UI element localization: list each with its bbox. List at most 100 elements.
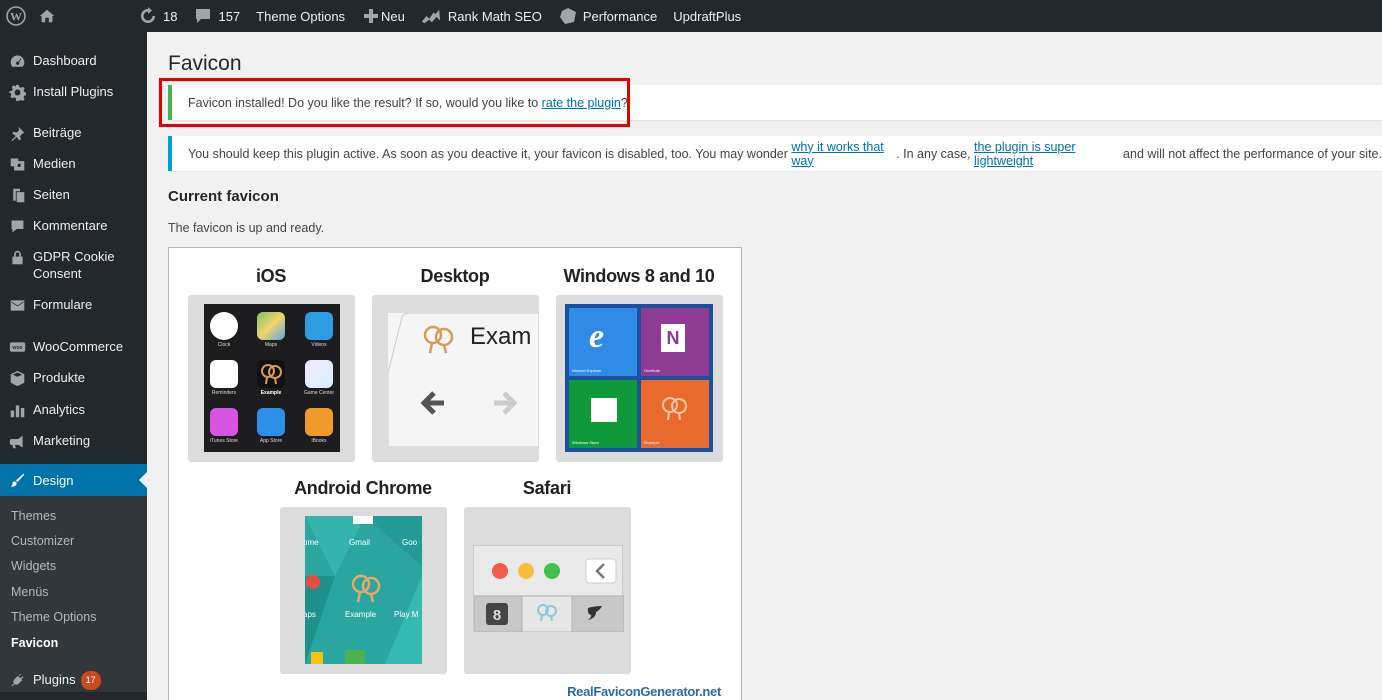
submenu-item-customizer[interactable]: Customizer — [11, 534, 74, 548]
sidebar-item-gdpr[interactable]: GDPR Cookie Consent — [0, 247, 147, 282]
android-preview-card: Gmail Example Play M ome Goo aps — [280, 507, 447, 674]
svg-text:W: W — [10, 10, 22, 24]
sidebar-item-label: Formulare — [33, 297, 93, 312]
example-tile: Example — [641, 380, 709, 448]
sidebar-item-plugins[interactable]: Plugins 17 — [0, 670, 147, 690]
ios-label: Videos — [311, 342, 327, 348]
desktop-tab-title: Exam — [470, 323, 532, 350]
section-text: The favicon is up and ready. — [168, 221, 325, 235]
pin-icon — [7, 123, 27, 143]
submenu-item-menus[interactable]: Menüs — [11, 585, 49, 599]
reminders-app-icon — [210, 360, 238, 388]
submenu-item-favicon[interactable]: Favicon — [11, 636, 58, 650]
wp-logo-icon[interactable]: W — [0, 0, 34, 32]
sidebar-item-comments[interactable]: Kommentare — [0, 216, 147, 236]
updates-button[interactable]: 18 — [130, 0, 185, 32]
tile-label: Example — [644, 440, 660, 445]
sidebar-item-label: Design — [33, 473, 74, 488]
rank-math-label: Rank Math SEO — [447, 8, 542, 24]
sidebar-item-install-plugins[interactable]: Install Plugins — [0, 82, 147, 102]
sidebar-item-label: WooCommerce — [33, 339, 124, 354]
app-store-icon — [257, 408, 285, 436]
browser-tab: Exam — [388, 313, 539, 447]
store-tile: Windows Store — [569, 380, 637, 448]
sidebar-item-media[interactable]: Medien — [0, 154, 147, 174]
admin-sidebar: Dashboard Install Plugins Beiträge Medie… — [0, 32, 147, 700]
sidebar-item-design[interactable]: Design — [0, 464, 147, 496]
example-app-icon — [257, 360, 285, 388]
lightweight-link[interactable]: the plugin is super lightweight — [974, 140, 1120, 168]
mail-icon — [7, 295, 27, 315]
ios-label: Clock — [217, 342, 231, 348]
pages-icon — [7, 185, 27, 205]
platform-title-safari: Safari — [522, 478, 572, 498]
android-label: Example — [345, 610, 377, 619]
submenu-item-theme-options[interactable]: Theme Options — [11, 610, 96, 624]
comments-count: 157 — [218, 8, 241, 24]
tile-label: OneNote — [644, 368, 661, 373]
performance-menu[interactable]: Performance — [550, 0, 665, 32]
info-notice: You should keep this plugin active. As s… — [168, 136, 1382, 171]
ios-label: Example — [260, 390, 282, 396]
submenu-item-themes[interactable]: Themes — [11, 509, 56, 523]
comment-icon — [193, 6, 213, 26]
sidebar-item-label: Analytics — [33, 402, 86, 417]
dashboard-icon — [7, 51, 27, 71]
sidebar-item-products[interactable]: Produkte — [0, 368, 147, 388]
tile-label: Windows Store — [572, 440, 599, 445]
sidebar-item-label: GDPR Cookie Consent — [33, 249, 115, 281]
submenu-item-widgets[interactable]: Widgets — [11, 559, 56, 573]
woo-icon: woo — [7, 337, 27, 357]
ie-tile: e Internet Explorer — [569, 308, 637, 376]
performance-label: Performance — [582, 8, 658, 24]
rank-math-menu[interactable]: Rank Math SEO — [413, 0, 550, 32]
game-center-app-icon — [305, 360, 333, 388]
sidebar-item-pages[interactable]: Seiten — [0, 185, 147, 205]
design-submenu: Themes Customizer Widgets Menüs Theme Op… — [0, 496, 147, 692]
updraftplus-menu[interactable]: UpdraftPlus — [665, 0, 749, 32]
sidebar-item-analytics[interactable]: Analytics — [0, 400, 147, 420]
theme-options-link[interactable]: Theme Options — [248, 0, 353, 32]
new-content-button[interactable]: Neu — [353, 0, 413, 32]
safari-preview-card: 8 — [464, 507, 631, 674]
comment-icon — [7, 216, 27, 236]
sidebar-item-marketing[interactable]: Marketing — [0, 431, 147, 451]
itunes-app-icon — [210, 408, 238, 436]
box-icon — [7, 368, 27, 388]
home-icon[interactable] — [34, 0, 64, 32]
ibooks-app-icon — [305, 408, 333, 436]
rank-math-icon — [421, 6, 443, 26]
new-label: Neu — [381, 8, 405, 24]
lock-icon — [7, 247, 27, 267]
realfavicongenerator-logo: RealFaviconGenerator.net — [567, 684, 721, 699]
page-title: Favicon — [168, 52, 242, 75]
sidebar-item-dashboard[interactable]: Dashboard — [0, 51, 147, 71]
ios-label: Reminders — [211, 390, 237, 396]
desktop-preview-card: Exam — [372, 295, 539, 462]
svg-text:8: 8 — [493, 607, 501, 624]
ios-label: Maps — [264, 342, 278, 348]
megaphone-icon — [7, 431, 27, 451]
sidebar-item-label: Seiten — [33, 187, 70, 202]
media-icon — [7, 154, 27, 174]
main-content: Favicon Favicon installed! Do you like t… — [147, 32, 1382, 700]
why-it-works-link[interactable]: why it works that way — [791, 140, 896, 168]
performance-icon — [558, 6, 578, 26]
comments-button[interactable]: 157 — [185, 0, 248, 32]
plugins-update-badge: 17 — [80, 671, 101, 690]
sidebar-item-forms[interactable]: Formulare — [0, 295, 147, 315]
sidebar-item-woocommerce[interactable]: woo WooCommerce — [0, 337, 147, 357]
ios-label: iBooks — [311, 438, 327, 444]
sidebar-item-posts[interactable]: Beiträge — [0, 123, 147, 143]
sidebar-item-label: Marketing — [33, 433, 91, 448]
ios-label: iTunes Store — [209, 438, 239, 444]
sidebar-item-label: Plugins — [33, 672, 76, 687]
ios-preview-card: Clock Maps Videos Reminders Example Game… — [188, 295, 355, 462]
android-label: Gmail — [349, 538, 370, 547]
sidebar-item-label: Kommentare — [33, 218, 108, 233]
windows-start-screen: e Internet Explorer N OneNote Windows St… — [565, 304, 713, 452]
brush-icon — [7, 470, 27, 490]
onenote-tile: N OneNote — [641, 308, 709, 376]
platform-title-windows: Windows 8 and 10 — [563, 266, 715, 286]
sidebar-item-label: Beiträge — [33, 125, 82, 140]
